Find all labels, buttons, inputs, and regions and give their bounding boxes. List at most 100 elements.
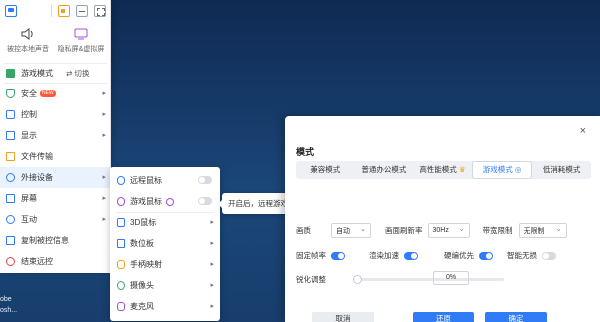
submenu-item-game-mouse[interactable]: 游戏鼠标 [110, 191, 220, 212]
tab-low-consumption[interactable]: 低消耗模式 [532, 161, 591, 179]
toggle-label: 渲染加速 [369, 251, 399, 260]
chevron-right-icon: ▸ [210, 219, 214, 226]
hw-encode-toggle[interactable] [479, 251, 493, 260]
tab-label: 高性能模式 [419, 165, 457, 174]
quality-value: 自动 [336, 227, 350, 235]
monitor-icon [6, 131, 15, 140]
slider-handle[interactable] [353, 275, 362, 284]
sharpen-value[interactable]: 0% [433, 271, 469, 285]
smart-lossless-toggle[interactable] [542, 251, 556, 260]
submenu-item-label: 摄像头 [130, 281, 154, 290]
3d-mouse-icon [117, 218, 125, 227]
tab-label: 游戏模式 [482, 165, 513, 174]
menu-item-label: 复制被控信息 [21, 236, 69, 245]
menu-item-label: 文件传输 [21, 152, 53, 161]
submenu-item-label: 游戏鼠标 [130, 197, 162, 206]
submenu-item-3d-mouse[interactable]: 3D鼠标 ▸ [110, 212, 220, 233]
privacy-screen-icon [74, 28, 88, 40]
toggle-track [479, 251, 493, 260]
tab-performance[interactable]: 高性能模式 ♛ [413, 161, 472, 179]
external-device-icon [6, 173, 15, 182]
submenu-item-remote-mouse[interactable]: 远程鼠标 [110, 170, 220, 191]
crown-icon: ♛ [458, 165, 466, 174]
speaker-toggle-icon[interactable] [58, 5, 70, 17]
tab-game[interactable]: 游戏模式 ◎ [471, 161, 533, 179]
switch-mode-label: 切换 [74, 69, 90, 78]
minimize-icon[interactable] [76, 5, 88, 17]
ok-button[interactable]: 确定 [485, 312, 547, 322]
desktop-icon-label[interactable]: osh... [0, 307, 17, 314]
menu-item-control[interactable]: 控制 ▸ [0, 104, 111, 125]
menu-item-file-transfer[interactable]: 文件传输 [0, 146, 111, 167]
submenu-item-camera[interactable]: 摄像头 ▸ [110, 275, 220, 296]
menu-item-screen[interactable]: 屏幕 ▸ [0, 188, 111, 209]
toggle-track [542, 251, 556, 260]
shield-icon [6, 89, 15, 98]
menu-item-external-devices[interactable]: 外接设备 ▸ [0, 167, 111, 188]
quality-select[interactable]: 自动 [331, 223, 371, 238]
microphone-icon [117, 302, 125, 311]
tab-office[interactable]: 普通办公模式 [355, 161, 414, 179]
switch-mode-button[interactable]: ⇄ 切换 [66, 68, 89, 79]
render-accel-toggle[interactable] [404, 251, 418, 260]
chevron-right-icon: ▸ [210, 261, 214, 268]
tab-compatible[interactable]: 兼容模式 [296, 161, 355, 179]
chevron-right-icon: ▸ [102, 90, 106, 97]
menu-item-label: 结束远控 [21, 257, 53, 266]
menu-item-label: 外接设备 [21, 173, 53, 182]
toggle-label: 硬编优先 [444, 251, 474, 260]
tablet-icon [117, 239, 125, 248]
app-icon[interactable] [5, 5, 17, 17]
submenu-item-label: 3D鼠标 [130, 218, 157, 227]
quality-label: 画质 [296, 226, 311, 235]
bandwidth-value: 无限制 [523, 227, 545, 235]
menu-toolbar [0, 3, 111, 19]
submenu-item-gamepad-mapping[interactable]: 手柄映射 ▸ [110, 254, 220, 275]
submenu-item-microphone[interactable]: 麦克风 ▸ [110, 296, 220, 317]
chevron-right-icon: ▸ [210, 282, 214, 289]
cancel-button[interactable]: 取消 [312, 312, 374, 322]
submenu-item-label: 手柄映射 [130, 260, 162, 269]
menu-item-game-mode: 游戏模式 ⇄ 切换 [0, 63, 111, 84]
submenu-item-tablet[interactable]: 数位板 ▸ [110, 233, 220, 254]
menu-item-label: 控制 [21, 110, 37, 119]
folder-icon [6, 152, 15, 161]
menu-item-copy-info[interactable]: 复制被控信息 [0, 230, 111, 251]
chevron-right-icon: ▸ [210, 303, 214, 310]
menu-item-end-remote[interactable]: 结束远控 [0, 251, 111, 272]
dialog-title: 模式 [296, 147, 315, 157]
control-icon [6, 110, 15, 119]
fullscreen-icon[interactable] [94, 5, 106, 17]
local-sound-label: 被控本地声音 [7, 46, 49, 53]
menu-item-label: 互动 [21, 215, 37, 224]
chevron-right-icon: ▸ [210, 240, 214, 247]
menu-item-display[interactable]: 显示 ▸ [0, 125, 111, 146]
sharpen-slider[interactable] [353, 275, 504, 284]
chat-icon [6, 215, 15, 224]
menu-item-security[interactable]: 安全 NEW ▸ [0, 83, 111, 104]
submenu-item-label: 麦克风 [130, 302, 154, 311]
chevron-right-icon: ▸ [102, 216, 106, 223]
chevron-right-icon: ▸ [102, 111, 106, 118]
refresh-label: 画面刷新率 [385, 226, 423, 235]
menu-item-interaction[interactable]: 互动 ▸ [0, 209, 111, 230]
game-mouse-toggle[interactable] [198, 197, 212, 205]
submenu-item-label: 数位板 [130, 239, 154, 248]
privacy-screen-button[interactable]: 隐私屏&虚拟屏 [55, 28, 107, 60]
fixed-framerate-toggle[interactable] [331, 251, 345, 260]
camera-icon [117, 281, 125, 290]
local-sound-button[interactable]: 被控本地声音 [2, 28, 54, 60]
game-mode-label: 游戏模式 [21, 69, 53, 78]
privacy-screen-label: 隐私屏&虚拟屏 [57, 46, 105, 53]
refresh-select[interactable]: 30Hz [427, 223, 470, 238]
restore-button[interactable]: 还原 [413, 312, 474, 322]
speaker-icon [21, 28, 33, 40]
desktop-icon-label[interactable]: obe [0, 296, 12, 303]
external-devices-submenu: 远程鼠标 游戏鼠标 3D鼠标 ▸ 数位板 ▸ 手柄映射 ▸ 摄像头 ▸ 麦克风 … [110, 167, 220, 321]
bandwidth-label: 带宽限制 [482, 226, 513, 235]
remote-mouse-toggle[interactable] [198, 176, 212, 184]
close-icon[interactable]: × [580, 125, 586, 137]
game-mouse-icon [117, 197, 125, 206]
bandwidth-select[interactable]: 无限制 [518, 223, 567, 238]
info-icon[interactable] [166, 197, 174, 206]
